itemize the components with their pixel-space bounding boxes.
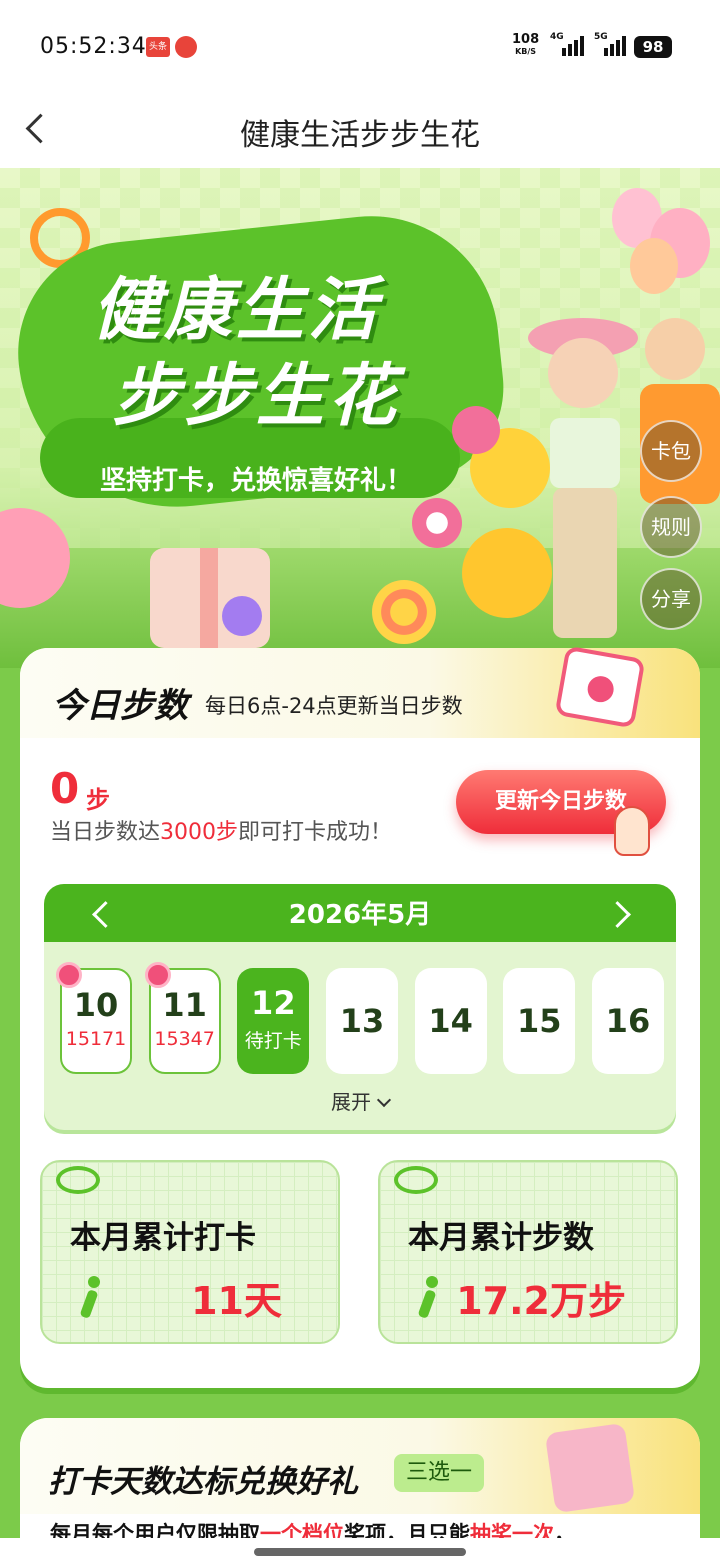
pointing-hand-icon bbox=[614, 806, 650, 856]
today-steps-value: 0 bbox=[50, 764, 80, 813]
banner-title: 健康生活 步步生花 bbox=[92, 271, 401, 436]
monthly-steps-stat: 本月累计步数 17.2万步 bbox=[378, 1160, 678, 1344]
checkin-requirement: 当日步数达3000步即可打卡成功！ bbox=[50, 820, 393, 845]
update-time-note: 每日6点-24点更新当日步数 bbox=[205, 694, 463, 718]
choose-one-badge: 三选一 bbox=[394, 1454, 485, 1492]
banner-subtitle: 坚持打卡，兑换惊喜好礼！ bbox=[100, 466, 413, 496]
calendar-day[interactable]: 10 15171 bbox=[56, 962, 132, 1074]
lollipop-icon bbox=[412, 498, 462, 548]
swirl-arrow-icon bbox=[394, 1166, 438, 1194]
news-app-icon: 头条 bbox=[146, 37, 170, 57]
hero-banner: 健康生活 步步生花 坚持打卡，兑换惊喜好礼！ 卡包 规则 分享 bbox=[0, 168, 720, 668]
heart-icon bbox=[222, 596, 262, 636]
calendar-day[interactable]: 15 bbox=[503, 968, 576, 1074]
calendar-day[interactable]: 11 15347 bbox=[144, 962, 221, 1074]
runner-icon bbox=[74, 1276, 110, 1320]
monthly-checkin-value: 11天 bbox=[191, 1279, 282, 1323]
status-bar: 05:52:34 头条 108 KB/S 4G 5G 98 bbox=[0, 0, 720, 92]
card-wallet-button[interactable]: 卡包 bbox=[640, 420, 702, 482]
checkin-calendar: 2026年5月 10 15171 11 15347 12 待打卡 13 14 1… bbox=[44, 884, 676, 1130]
calendar-month: 2026年5月 bbox=[288, 900, 432, 930]
calendar-day[interactable]: 13 bbox=[325, 968, 398, 1074]
chevron-down-icon bbox=[376, 1092, 392, 1108]
battery-icon: 98 bbox=[634, 36, 672, 58]
nav-bar: 健康生活步步生花 bbox=[0, 92, 720, 168]
next-month-button[interactable] bbox=[602, 896, 638, 932]
signal-1-icon bbox=[562, 34, 584, 56]
notification-app-icon bbox=[175, 36, 197, 58]
calendar-day-today[interactable]: 12 待打卡 bbox=[237, 968, 310, 1074]
status-time: 05:52:34 bbox=[40, 34, 147, 59]
girl-character bbox=[528, 318, 638, 648]
rules-button[interactable]: 规则 bbox=[640, 496, 702, 558]
monthly-steps-value: 17.2万步 bbox=[456, 1279, 626, 1323]
boy-character bbox=[640, 318, 720, 518]
today-steps-card: 今日步数 每日6点-24点更新当日步数 0 步 当日步数达3000步即可打卡成功… bbox=[20, 645, 700, 1388]
network-speed: 108 KB/S bbox=[512, 32, 540, 56]
calendar-icon bbox=[554, 645, 646, 729]
share-button[interactable]: 分享 bbox=[640, 568, 702, 630]
today-steps-unit: 步 bbox=[86, 786, 110, 814]
gift-box-icon bbox=[544, 1422, 636, 1514]
flower-stamp-icon bbox=[56, 962, 82, 988]
swirl-arrow-icon bbox=[56, 1166, 100, 1194]
signal-2-icon bbox=[604, 34, 626, 56]
calendar-day[interactable]: 14 bbox=[414, 968, 487, 1074]
expand-calendar-button[interactable]: 展开 bbox=[44, 1086, 676, 1115]
balloon-icon bbox=[630, 238, 678, 294]
calendar-day[interactable]: 16 bbox=[591, 968, 664, 1074]
rewards-title: 打卡天数达标兑换好礼 bbox=[48, 1464, 358, 1500]
flower-stamp-icon bbox=[144, 962, 171, 988]
home-indicator[interactable] bbox=[254, 1548, 466, 1556]
monthly-checkin-stat: 本月累计打卡 11天 bbox=[40, 1160, 340, 1344]
flower-icon bbox=[452, 406, 500, 454]
runner-icon bbox=[412, 1276, 448, 1320]
calendar-days: 10 15171 11 15347 12 待打卡 13 14 15 16 bbox=[56, 962, 664, 1074]
today-steps-title: 今日步数 bbox=[52, 686, 188, 726]
page-title: 健康生活步步生花 bbox=[240, 118, 480, 153]
lollipop-icon bbox=[372, 580, 436, 644]
